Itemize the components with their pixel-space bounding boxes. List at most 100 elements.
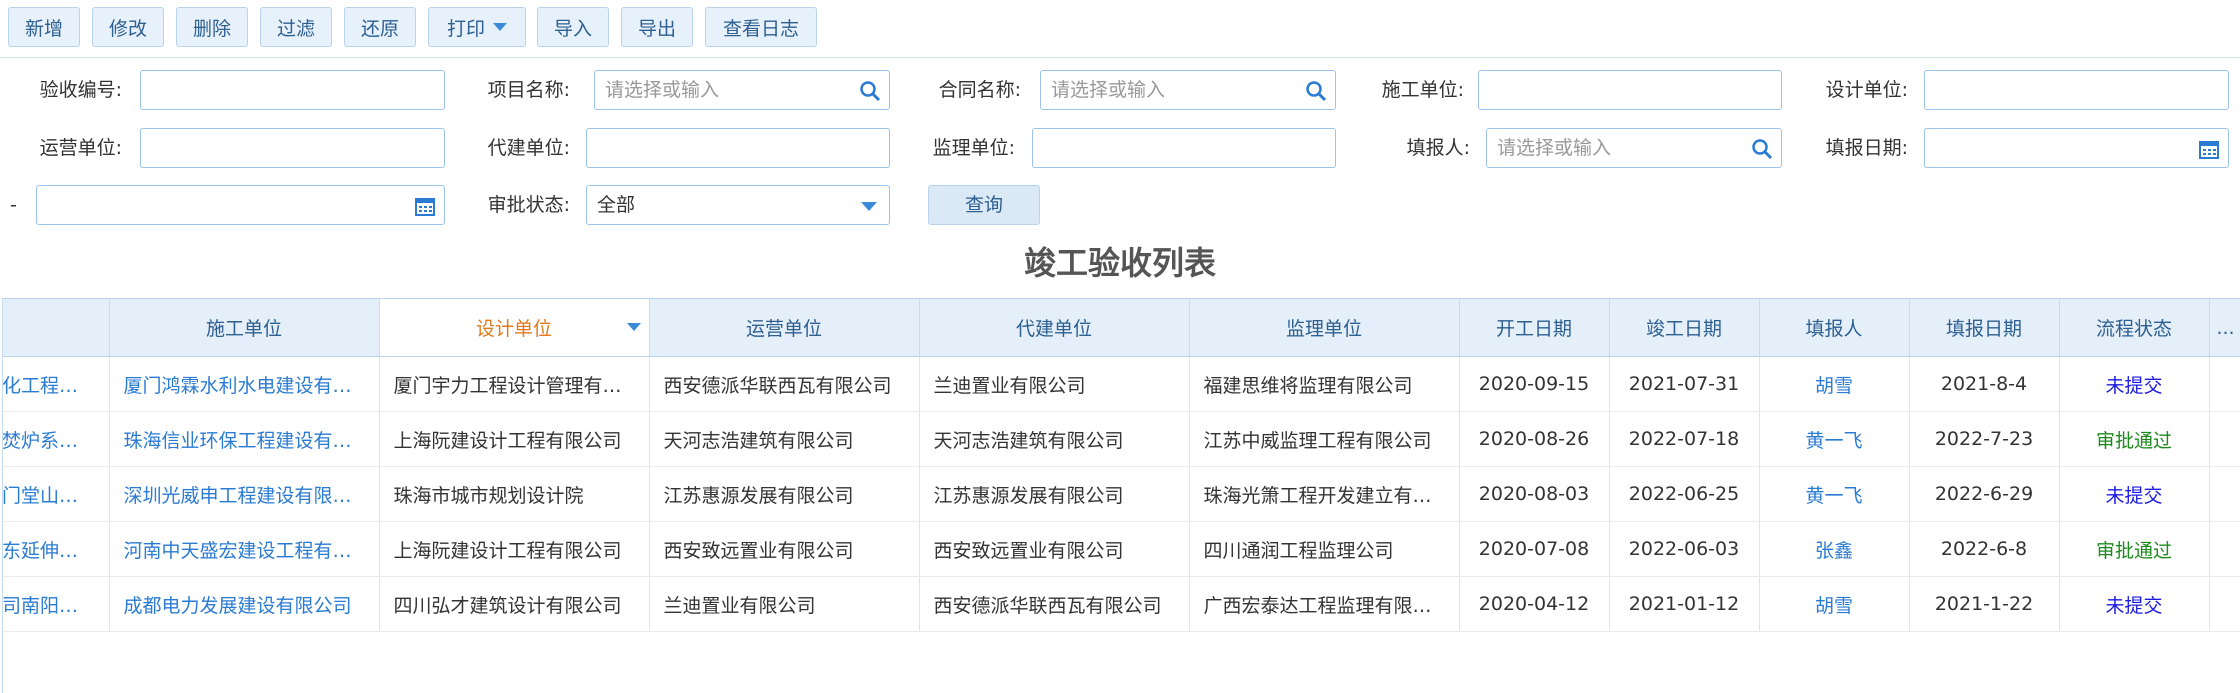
cell-project[interactable]: 司南阳…: [3, 576, 110, 632]
reporter-combobox[interactable]: 请选择或输入: [1486, 128, 1782, 168]
approval-status-select[interactable]: 全部: [586, 185, 890, 225]
edit-button[interactable]: 修改: [92, 7, 164, 47]
cell-project[interactable]: 焚炉系…: [3, 411, 110, 467]
cell-report-date: 2022-6-8: [1909, 521, 2060, 577]
query-button[interactable]: 查询: [928, 185, 1040, 225]
view-log-button[interactable]: 查看日志: [705, 7, 817, 47]
col-header-project[interactable]: [3, 298, 110, 357]
agent-unit-label: 代建单位:: [487, 137, 570, 159]
report-date-label: 填报日期:: [1825, 137, 1908, 159]
table-header-row: 施工单位 设计单位 运营单位 代建单位 监理单位 开工日期 竣工日期 填报人 填…: [3, 298, 2240, 357]
delete-button[interactable]: 删除: [176, 7, 248, 47]
contract-name-combobox[interactable]: 请选择或输入: [1040, 70, 1336, 110]
cell-supervision-unit: 珠海光箫工程开发建立有…: [1189, 466, 1460, 522]
acceptance-no-input[interactable]: [140, 70, 445, 110]
cell-construction-unit[interactable]: 深圳光威申工程建设有限…: [109, 466, 380, 522]
cell-report-date: 2022-7-23: [1909, 411, 2060, 467]
design-unit-label: 设计单位:: [1825, 79, 1908, 101]
cell-design-unit: 上海阮建设计工程有限公司: [379, 411, 650, 467]
col-header-process-status[interactable]: 流程状态: [2059, 298, 2210, 357]
sort-dropdown-icon[interactable]: [626, 323, 641, 331]
reporter-placeholder: 请选择或输入: [1497, 137, 1612, 159]
cell-start-date: 2020-08-26: [1459, 411, 1610, 467]
cell-completion-date: 2022-07-18: [1609, 411, 1760, 467]
cell-report-date: 2021-1-22: [1909, 576, 2060, 632]
cell-project[interactable]: 化工程…: [3, 356, 110, 412]
calendar-icon[interactable]: [414, 195, 436, 217]
cell-construction-unit[interactable]: 河南中天盛宏建设工程有…: [109, 521, 380, 577]
col-header-report-date[interactable]: 填报日期: [1909, 298, 2060, 357]
cell-process-status: 审批通过: [2059, 411, 2210, 467]
cell-project[interactable]: 门堂山…: [3, 466, 110, 522]
table-row[interactable]: 化工程… 厦门鸿霖水利水电建设有… 厦门宇力工程设计管理有… 西安德派华联西瓦有…: [3, 356, 2240, 412]
reporter-label: 填报人:: [1406, 137, 1470, 159]
cell-more: [2209, 576, 2240, 632]
cell-reporter[interactable]: 黄一飞: [1759, 466, 1910, 522]
col-header-agent-unit[interactable]: 代建单位: [919, 298, 1190, 357]
report-date-end-picker[interactable]: [36, 185, 445, 225]
add-button[interactable]: 新增: [8, 7, 80, 47]
agent-unit-input[interactable]: [586, 128, 890, 168]
cell-report-date: 2022-6-29: [1909, 466, 2060, 522]
chevron-down-icon[interactable]: [861, 202, 877, 211]
cell-design-unit: 上海阮建设计工程有限公司: [379, 521, 650, 577]
col-header-design-unit[interactable]: 设计单位: [379, 298, 650, 357]
col-header-construction-unit[interactable]: 施工单位: [109, 298, 380, 357]
print-button[interactable]: 打印: [428, 7, 526, 47]
cell-reporter[interactable]: 张鑫: [1759, 521, 1910, 577]
table-row[interactable]: 东延伸… 河南中天盛宏建设工程有… 上海阮建设计工程有限公司 西安致远置业有限公…: [3, 521, 2240, 577]
import-button[interactable]: 导入: [537, 7, 609, 47]
operation-unit-input[interactable]: [140, 128, 445, 168]
cell-design-unit: 珠海市城市规划设计院: [379, 466, 650, 522]
cell-reporter[interactable]: 胡雪: [1759, 356, 1910, 412]
col-header-reporter[interactable]: 填报人: [1759, 298, 1910, 357]
cell-construction-unit[interactable]: 成都电力发展建设有限公司: [109, 576, 380, 632]
search-icon[interactable]: [1751, 138, 1773, 160]
cell-reporter[interactable]: 胡雪: [1759, 576, 1910, 632]
report-date-start-picker[interactable]: [1924, 128, 2229, 168]
contract-name-label: 合同名称:: [938, 79, 1021, 101]
page-title: 竣工验收列表: [1023, 244, 1216, 282]
table-row[interactable]: 门堂山… 深圳光威申工程建设有限… 珠海市城市规划设计院 江苏惠源发展有限公司 …: [3, 466, 2240, 522]
cell-reporter[interactable]: 黄一飞: [1759, 411, 1910, 467]
supervision-unit-input[interactable]: [1032, 128, 1336, 168]
cell-project[interactable]: 东延伸…: [3, 521, 110, 577]
cell-design-unit: 四川弘才建筑设计有限公司: [379, 576, 650, 632]
cell-operation-unit: 天河志浩建筑有限公司: [649, 411, 920, 467]
contract-name-placeholder: 请选择或输入: [1051, 79, 1166, 101]
cell-construction-unit[interactable]: 珠海信业环保工程建设有…: [109, 411, 380, 467]
restore-button[interactable]: 还原: [344, 7, 416, 47]
col-header-more[interactable]: ...: [2209, 298, 2240, 357]
table-row[interactable]: 焚炉系… 珠海信业环保工程建设有… 上海阮建设计工程有限公司 天河志浩建筑有限公…: [3, 411, 2240, 467]
cell-agent-unit: 天河志浩建筑有限公司: [919, 411, 1190, 467]
search-icon[interactable]: [859, 80, 881, 102]
project-name-combobox[interactable]: 请选择或输入: [594, 70, 890, 110]
calendar-icon[interactable]: [2198, 138, 2220, 160]
project-name-placeholder: 请选择或输入: [605, 79, 720, 101]
col-header-completion-date[interactable]: 竣工日期: [1609, 298, 1760, 357]
export-button[interactable]: 导出: [621, 7, 693, 47]
operation-unit-label: 运营单位:: [39, 137, 122, 159]
design-unit-input[interactable]: [1924, 70, 2229, 110]
toolbar: 新增 修改 删除 过滤 还原 打印 导入 导出 查看日志: [0, 0, 2240, 58]
supervision-unit-label: 监理单位:: [932, 137, 1015, 159]
cell-start-date: 2020-07-08: [1459, 521, 1610, 577]
cell-report-date: 2021-8-4: [1909, 356, 2060, 412]
cell-completion-date: 2021-01-12: [1609, 576, 1760, 632]
col-header-start-date[interactable]: 开工日期: [1459, 298, 1610, 357]
col-header-operation-unit[interactable]: 运营单位: [649, 298, 920, 357]
cell-operation-unit: 西安致远置业有限公司: [649, 521, 920, 577]
cell-completion-date: 2022-06-25: [1609, 466, 1760, 522]
cell-supervision-unit: 四川通润工程监理公司: [1189, 521, 1460, 577]
table-row[interactable]: 司南阳… 成都电力发展建设有限公司 四川弘才建筑设计有限公司 兰迪置业有限公司 …: [3, 576, 2240, 632]
cell-construction-unit[interactable]: 厦门鸿霖水利水电建设有…: [109, 356, 380, 412]
construction-unit-input[interactable]: [1478, 70, 1782, 110]
col-header-supervision-unit[interactable]: 监理单位: [1189, 298, 1460, 357]
cell-supervision-unit: 江苏中威监理工程有限公司: [1189, 411, 1460, 467]
filter-button[interactable]: 过滤: [260, 7, 332, 47]
cell-more: [2209, 466, 2240, 522]
cell-process-status: 未提交: [2059, 576, 2210, 632]
search-icon[interactable]: [1305, 80, 1327, 102]
acceptance-no-label: 验收编号:: [39, 79, 122, 101]
cell-start-date: 2020-09-15: [1459, 356, 1610, 412]
